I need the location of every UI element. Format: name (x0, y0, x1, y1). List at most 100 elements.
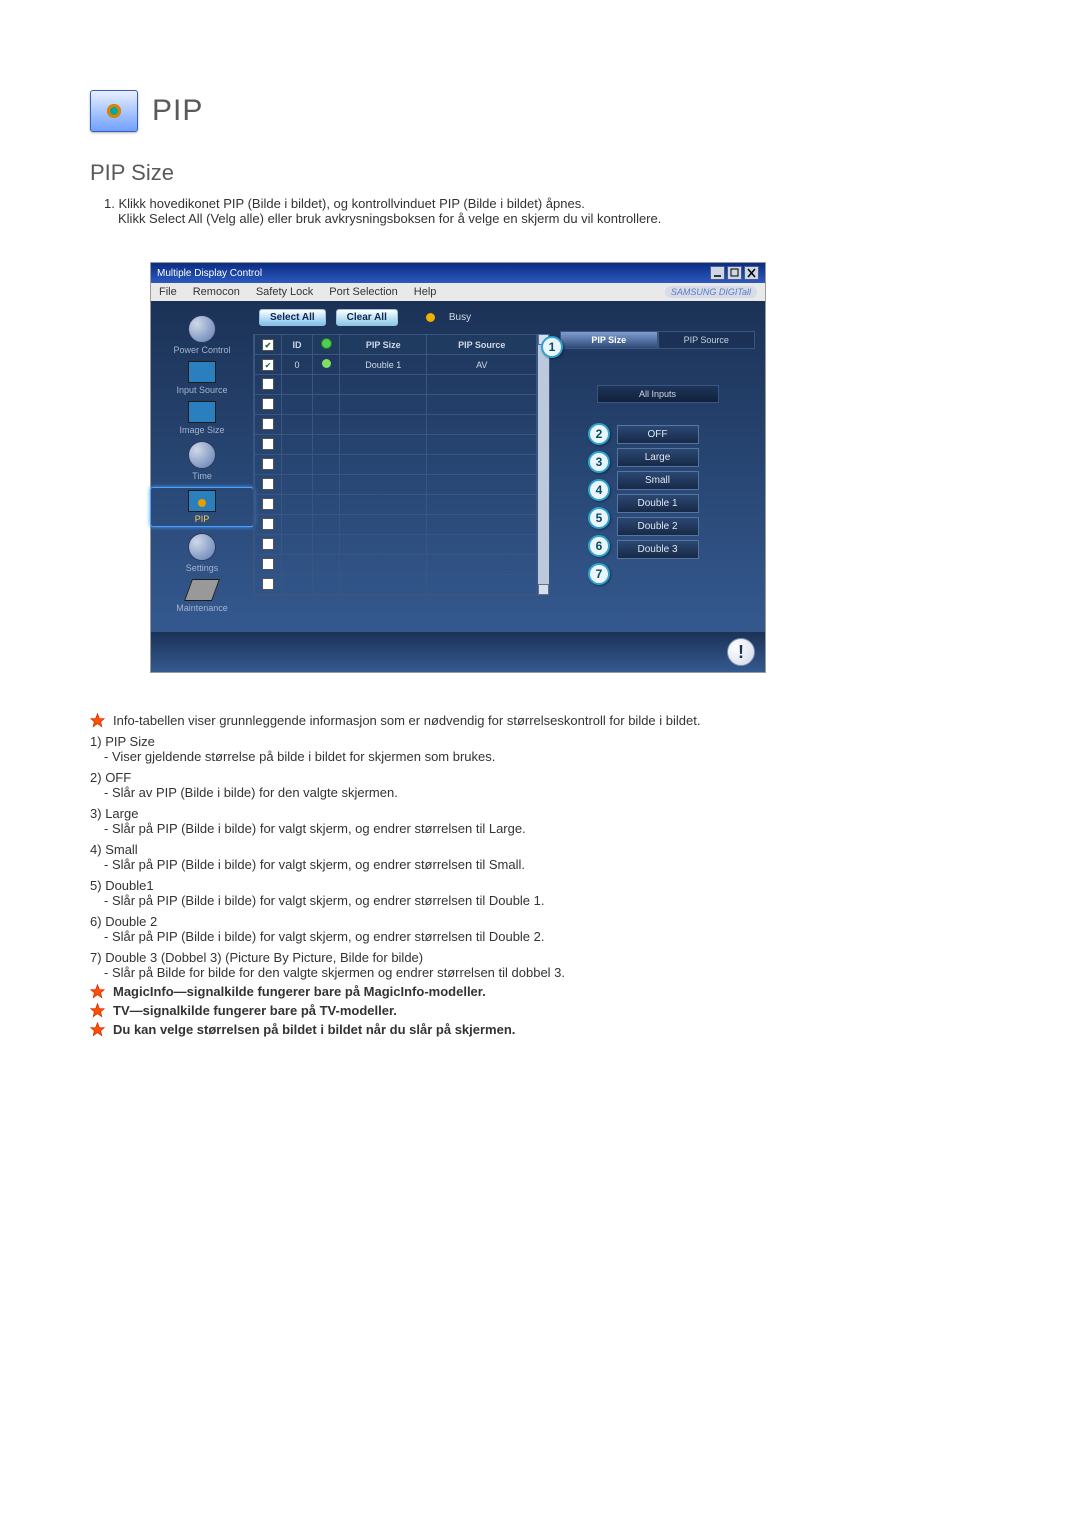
description-item: 5) Double1- Slår på PIP (Bilde i bilde) … (90, 878, 1020, 908)
sidebar-item-input-source[interactable]: Input Source (151, 359, 253, 397)
page-title: PIP (152, 94, 203, 128)
menu-help[interactable]: Help (414, 286, 437, 298)
minimize-icon[interactable] (710, 266, 725, 280)
close-icon[interactable] (744, 266, 759, 280)
item-number: 2) (90, 770, 102, 785)
item-number: 6) (90, 914, 102, 929)
maximize-icon[interactable] (727, 266, 742, 280)
description-item: 1) PIP Size- Viser gjeldende størrelse p… (90, 734, 1020, 764)
image-size-icon (188, 401, 216, 423)
select-all-button[interactable]: Select All (259, 309, 326, 326)
sidebar-item-label: Input Source (176, 385, 227, 395)
col-id: ID (282, 335, 313, 355)
sidebar-item-label: Image Size (179, 425, 224, 435)
busy-label: Busy (449, 312, 471, 323)
busy-indicator-icon (426, 313, 435, 322)
scrollbar[interactable] (537, 334, 549, 595)
option-small[interactable]: Small (617, 471, 699, 490)
all-inputs-button[interactable]: All Inputs (597, 385, 719, 403)
description-item: 3) Large- Slår på PIP (Bilde i bilde) fo… (90, 806, 1020, 836)
row-checkbox[interactable] (262, 518, 274, 530)
sidebar-item-pip[interactable]: PIP (150, 487, 254, 527)
sidebar-item-label: Maintenance (176, 603, 228, 613)
row-checkbox[interactable] (262, 418, 274, 430)
clear-all-button[interactable]: Clear All (336, 309, 398, 326)
brand-badge: SAMSUNG DIGITall (665, 286, 757, 298)
table-row[interactable] (255, 495, 537, 515)
tab-pip-source[interactable]: PIP Source (658, 331, 756, 349)
callout-5: 5 (588, 507, 610, 529)
sidebar-item-settings[interactable]: Settings (151, 531, 253, 575)
option-double2[interactable]: Double 2 (617, 517, 699, 536)
header-checkbox[interactable] (262, 339, 274, 351)
tab-pip-size[interactable]: PIP Size (560, 331, 658, 349)
item-heading: PIP Size (105, 734, 155, 749)
maintenance-icon (184, 579, 220, 601)
cell-pip-source: AV (427, 355, 537, 375)
item-detail: - Viser gjeldende størrelse på bilde i b… (104, 749, 1020, 764)
intro-line1: Klikk hovedikonet PIP (Bilde i bildet), … (118, 196, 584, 211)
row-checkbox[interactable] (262, 378, 274, 390)
row-checkbox[interactable] (262, 478, 274, 490)
table-row[interactable] (255, 435, 537, 455)
callout-3: 3 (588, 451, 610, 473)
callout-1: 1 (541, 336, 563, 358)
item-detail: - Slår på PIP (Bilde i bilde) for valgt … (104, 857, 1020, 872)
status-icon (321, 338, 332, 349)
table-row[interactable] (255, 415, 537, 435)
table-row[interactable] (255, 555, 537, 575)
table-row[interactable] (255, 515, 537, 535)
option-double3[interactable]: Double 3 (617, 540, 699, 559)
item-number: 5) (90, 878, 102, 893)
option-off[interactable]: OFF (617, 425, 699, 444)
table-row[interactable] (255, 535, 537, 555)
table-row[interactable] (255, 475, 537, 495)
row-checkbox[interactable] (262, 398, 274, 410)
item-detail: - Slår på Bilde for bilde for den valgte… (104, 965, 1020, 980)
sidebar-item-image-size[interactable]: Image Size (151, 399, 253, 437)
row-checkbox[interactable] (262, 538, 274, 550)
menu-safety-lock[interactable]: Safety Lock (256, 286, 313, 298)
window-title: Multiple Display Control (157, 268, 262, 279)
star-icon (90, 984, 105, 999)
item-heading: OFF (105, 770, 131, 785)
sidebar-item-time[interactable]: Time (151, 439, 253, 483)
note-text: Du kan velge størrelsen på bildet i bild… (113, 1022, 515, 1037)
row-checkbox[interactable] (262, 558, 274, 570)
table-row[interactable] (255, 455, 537, 475)
row-status-dot (322, 359, 331, 368)
option-double1[interactable]: Double 1 (617, 494, 699, 513)
item-heading: Large (105, 806, 138, 821)
table-row[interactable] (255, 395, 537, 415)
note-text: TV—signalkilde fungerer bare på TV-model… (113, 1003, 397, 1018)
menu-file[interactable]: File (159, 286, 177, 298)
row-checkbox[interactable] (262, 498, 274, 510)
sidebar-item-label: Time (192, 471, 212, 481)
sidebar-item-maintenance[interactable]: Maintenance (151, 577, 253, 615)
option-large[interactable]: Large (617, 448, 699, 467)
item-heading: Double 2 (105, 914, 157, 929)
menu-port-selection[interactable]: Port Selection (329, 286, 397, 298)
row-checkbox[interactable] (262, 438, 274, 450)
cell-id: 0 (282, 355, 313, 375)
sidebar-item-power-control[interactable]: Power Control (151, 313, 253, 357)
table-row[interactable] (255, 575, 537, 595)
description-item: 4) Small- Slår på PIP (Bilde i bilde) fo… (90, 842, 1020, 872)
description-item: 6) Double 2- Slår på PIP (Bilde i bilde)… (90, 914, 1020, 944)
row-checkbox[interactable] (262, 458, 274, 470)
table-row[interactable] (255, 375, 537, 395)
star-icon (90, 1003, 105, 1018)
menu-remocon[interactable]: Remocon (193, 286, 240, 298)
item-number: 4) (90, 842, 102, 857)
list-number: 1. (104, 196, 115, 211)
cell-pip-size: Double 1 (340, 355, 427, 375)
row-checkbox[interactable] (262, 578, 274, 590)
description-item: 7) Double 3 (Dobbel 3) (Picture By Pictu… (90, 950, 1020, 980)
display-table: ID PIP Size PIP Source 0 Double 1 AV (254, 334, 537, 595)
callout-4: 4 (588, 479, 610, 501)
row-checkbox[interactable] (262, 359, 274, 371)
callout-7: 7 (588, 563, 610, 585)
power-icon (188, 315, 216, 343)
item-number: 7) (90, 950, 102, 965)
table-row[interactable]: 0 Double 1 AV (255, 355, 537, 375)
